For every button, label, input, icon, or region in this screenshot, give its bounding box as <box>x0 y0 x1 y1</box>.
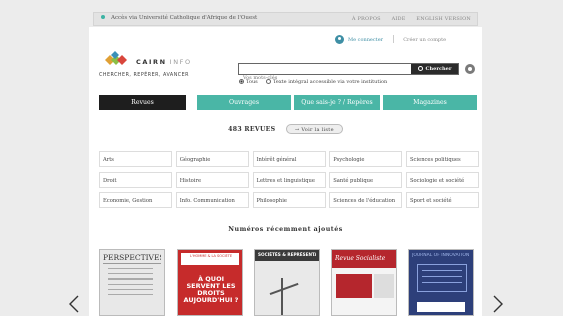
radio-all[interactable] <box>239 79 244 84</box>
search-box: Chercher <box>238 63 459 83</box>
logo-tagline: CHERCHER, REPÉRER, AVANCER <box>99 73 190 78</box>
discipline-link[interactable]: Lettres et linguistique <box>252 171 326 188</box>
revues-count: 483 REVUES → Voir la liste <box>89 124 482 134</box>
radio-all-label: Tous <box>246 79 258 85</box>
tab-revues[interactable]: Revues <box>99 95 186 110</box>
browser-frame: Accès via Université Catholique d'Afriqu… <box>0 0 563 316</box>
about-link[interactable]: À propos <box>352 16 381 22</box>
tab-magazines[interactable]: Magazines <box>383 95 477 110</box>
recent-issues-carousel: PERSPECTIVES PSY L'HOMME & LA SOCIÉTÉ À … <box>99 249 477 316</box>
access-text: Accès via Université Catholique d'Afriqu… <box>111 15 258 21</box>
discipline-link[interactable]: Histoire <box>175 171 249 188</box>
help-link[interactable]: Aide <box>392 16 406 22</box>
institution-access: Accès via Université Catholique d'Afriqu… <box>101 15 257 21</box>
institution-bar: Accès via Université Catholique d'Afriqu… <box>93 12 478 26</box>
cover-title: JOURNAL OF INNOVATION ECONOMICS <box>412 253 470 258</box>
issue-cover[interactable]: Revue Socialiste <box>331 249 397 316</box>
account-links: Me connecter Créer un compte <box>335 35 446 44</box>
user-icon <box>335 35 344 44</box>
issue-cover[interactable]: L'HOMME & LA SOCIÉTÉ À QUOI SERVENT LES … <box>177 249 243 316</box>
divider <box>392 35 394 43</box>
gear-icon[interactable] <box>465 64 475 74</box>
discipline-link[interactable]: Sciences de l'éducation <box>329 192 403 208</box>
top-links: À propos Aide English version <box>343 16 471 22</box>
radio-fulltext[interactable] <box>265 79 271 84</box>
carousel-prev-icon[interactable] <box>68 295 80 313</box>
logo-wordmark: CAIRN INFO <box>136 58 192 66</box>
discipline-link[interactable]: Sciences politiques <box>406 151 479 167</box>
cover-title: SOCIÉTÉS & REPRÉSENTATIONS <box>258 252 316 257</box>
cover-title: L'HOMME & LA SOCIÉTÉ <box>190 254 233 258</box>
discipline-link[interactable]: Droit <box>99 171 172 188</box>
discipline-link[interactable]: Psychologie <box>329 151 403 167</box>
issue-cover[interactable]: JOURNAL OF INNOVATION ECONOMICS <box>408 249 474 316</box>
cairn-logo[interactable]: CAIRN INFO CHERCHER, REPÉRER, AVANCER <box>99 51 199 81</box>
logo-mark-icon <box>105 51 127 65</box>
tab-que-sais-je[interactable]: Que sais-je ? / Repères <box>294 95 380 110</box>
discipline-link[interactable]: Santé publique <box>329 171 403 188</box>
discipline-link[interactable]: Philosophie <box>252 192 326 208</box>
access-status-icon <box>101 15 105 19</box>
issue-cover[interactable]: SOCIÉTÉS & REPRÉSENTATIONS <box>254 249 320 316</box>
discipline-link[interactable]: Arts <box>99 151 172 167</box>
discipline-link[interactable]: Géographie <box>175 151 249 167</box>
cover-headline: À QUOI SERVENT LES DROITS AUJOURD'HUI ? <box>183 275 239 304</box>
login-link[interactable]: Me connecter <box>348 37 383 43</box>
search-icon <box>417 65 423 71</box>
create-account-link[interactable]: Créer un compte <box>403 37 446 43</box>
carousel-next-icon[interactable] <box>492 295 504 313</box>
page-container: Me connecter Créer un compte CAIRN INFO C… <box>89 27 482 316</box>
discipline-link[interactable]: Sport et société <box>406 192 479 208</box>
recent-issues-title: Numéros récemment ajoutés <box>228 226 343 233</box>
discipline-link[interactable]: Info. Communication <box>175 192 249 208</box>
tab-ouvrages[interactable]: Ouvrages <box>197 95 291 110</box>
search-scope: Tous Texte intégral accessible via votre… <box>239 79 387 85</box>
discipline-link[interactable]: Sociologie et société <box>406 171 479 188</box>
revues-count-text: 483 REVUES <box>228 126 276 133</box>
cover-title: PERSPECTIVES PSY <box>103 253 161 264</box>
search-button[interactable]: Chercher <box>411 64 458 74</box>
discipline-link[interactable]: Intérêt général <box>252 151 326 167</box>
cover-title: Revue Socialiste <box>335 255 386 262</box>
english-version-link[interactable]: English version <box>416 16 471 22</box>
issue-cover[interactable]: PERSPECTIVES PSY <box>99 249 165 316</box>
view-list-button[interactable]: → Voir la liste <box>285 124 343 134</box>
radio-fulltext-label: Texte intégral accessible via votre inst… <box>272 79 388 85</box>
discipline-link[interactable]: Economie, Gestion <box>99 192 172 208</box>
content-tabs: Revues Ouvrages Que sais-je ? / Repères … <box>99 95 477 110</box>
